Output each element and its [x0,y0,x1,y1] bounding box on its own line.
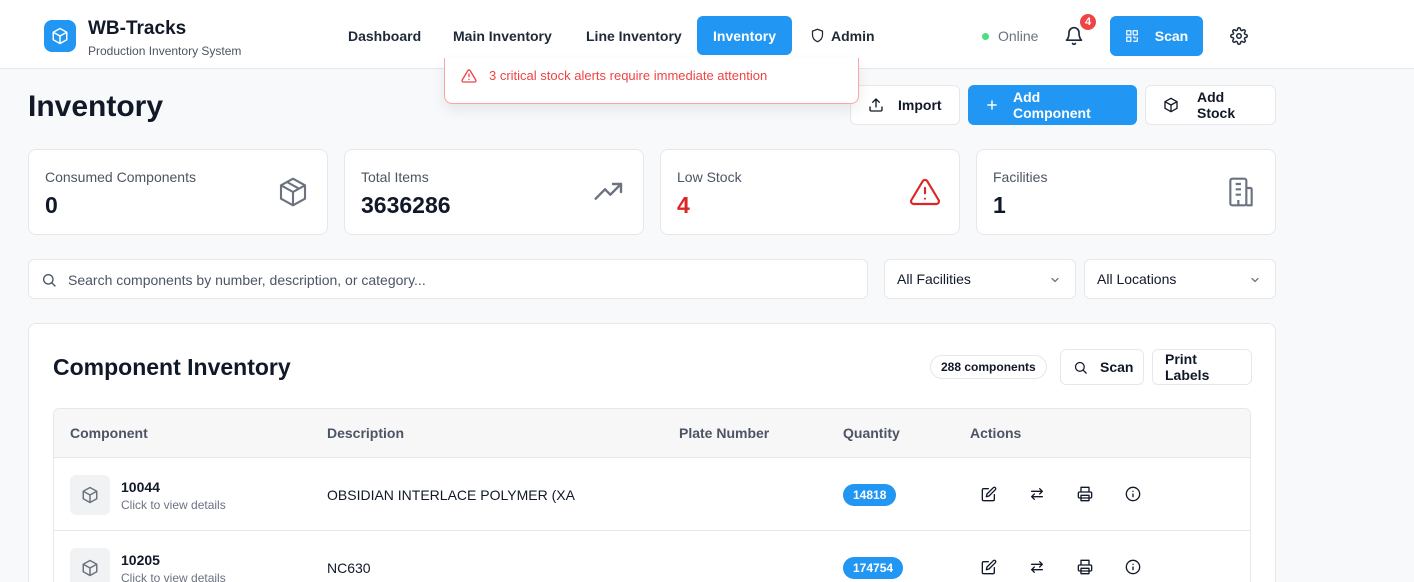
plus-icon [985,98,999,112]
stat-label: Consumed Components [45,169,196,185]
search-icon [1073,360,1088,375]
table-row[interactable]: 10205 Click to view details NC630 174754 [54,531,1250,582]
critical-stock-alert[interactable]: 3 critical stock alerts require immediat… [444,58,859,104]
table-header: Component Description Plate Number Quant… [54,409,1250,458]
page-title: Inventory [28,90,164,123]
component-count-badge: 288 components [930,355,1047,379]
package-icon [70,475,110,515]
location-select[interactable]: All Locations [1084,259,1276,299]
package-icon [277,176,309,208]
warning-icon [461,68,477,84]
stat-label: Facilities [993,169,1048,185]
add-component-label: Add Component [1013,89,1091,121]
stat-total-items: Total Items 3636286 [344,149,644,235]
inventory-table: Component Description Plate Number Quant… [53,408,1251,582]
stat-value: 1 [993,192,1006,218]
component-hint: Click to view details [121,571,226,582]
stat-consumed-components: Consumed Components 0 [28,149,328,235]
search-icon [41,272,57,288]
add-component-button[interactable]: Add Component [968,85,1137,125]
qr-code-icon [1125,29,1139,43]
print-labels-button[interactable]: Print Labels [1152,349,1252,385]
facility-select-value: All Facilities [897,271,971,287]
nav-main-inventory[interactable]: Main Inventory [437,16,568,55]
upload-icon [868,97,884,113]
component-description: NC630 [327,560,371,576]
column-header-quantity[interactable]: Quantity [843,425,900,441]
warning-icon [909,176,941,208]
inventory-scan-button[interactable]: Scan [1060,349,1144,385]
component-hint: Click to view details [121,498,226,512]
cube-icon[interactable] [44,20,76,52]
component-number[interactable]: 10044 [121,479,160,495]
nav-admin-label: Admin [831,27,875,44]
stat-low-stock: Low Stock 4 [660,149,960,235]
search-box [28,259,868,299]
quantity-badge: 14818 [843,484,897,506]
table-row[interactable]: 10044 Click to view details OBSIDIAN INT… [54,458,1250,531]
transfer-icon[interactable] [1029,486,1045,502]
import-button[interactable]: Import [850,85,960,125]
nav-dashboard[interactable]: Dashboard [332,16,437,55]
status-dot-icon [982,32,989,40]
component-number[interactable]: 10205 [121,552,160,568]
quantity-badge: 174754 [843,557,904,579]
import-label: Import [898,97,942,113]
scan-label: Scan [1100,359,1134,375]
card-title: Component Inventory [53,354,291,380]
scan-button[interactable]: Scan [1110,16,1203,56]
info-icon[interactable] [1125,486,1141,502]
search-input[interactable] [68,268,848,292]
add-stock-label: Add Stock [1197,89,1236,121]
package-icon [1163,97,1179,113]
chevron-down-icon [1249,274,1261,286]
stat-value: 4 [677,192,690,218]
stat-value: 0 [45,192,58,218]
stat-value: 3636286 [361,192,451,218]
column-header-actions: Actions [970,425,1022,441]
shield-icon [810,28,825,43]
connection-status: Online [982,28,1038,44]
nav-admin[interactable]: Admin [794,16,891,55]
component-inventory-card: Component Inventory 288 components Scan … [28,323,1276,582]
building-icon [1225,176,1257,208]
app-subtitle: Production Inventory System [88,44,242,58]
notification-badge: 4 [1078,12,1098,32]
edit-icon[interactable] [981,559,997,575]
printer-icon[interactable] [1077,559,1093,575]
stat-label: Total Items [361,169,429,185]
info-icon[interactable] [1125,559,1141,575]
app-name[interactable]: WB-Tracks [88,18,186,40]
nav-line-inventory[interactable]: Line Inventory [570,16,698,55]
alert-message: 3 critical stock alerts require immediat… [489,68,768,83]
edit-icon[interactable] [981,486,997,502]
component-description: OBSIDIAN INTERLACE POLYMER (XA [327,487,575,503]
status-label: Online [998,28,1039,44]
stat-facilities: Facilities 1 [976,149,1276,235]
printer-icon[interactable] [1077,486,1093,502]
column-header-component[interactable]: Component [70,425,148,441]
location-select-value: All Locations [1097,271,1177,287]
stat-label: Low Stock [677,169,742,185]
transfer-icon[interactable] [1029,559,1045,575]
facility-select[interactable]: All Facilities [884,259,1076,299]
package-icon [70,548,110,582]
nav-inventory[interactable]: Inventory [697,16,793,55]
chevron-down-icon [1049,274,1061,286]
trending-up-icon [593,176,625,208]
column-header-description[interactable]: Description [327,425,404,441]
add-stock-button[interactable]: Add Stock [1145,85,1276,125]
scan-button-label: Scan [1154,28,1189,44]
column-header-plate-number[interactable]: Plate Number [679,425,769,441]
gear-icon[interactable] [1230,27,1248,45]
